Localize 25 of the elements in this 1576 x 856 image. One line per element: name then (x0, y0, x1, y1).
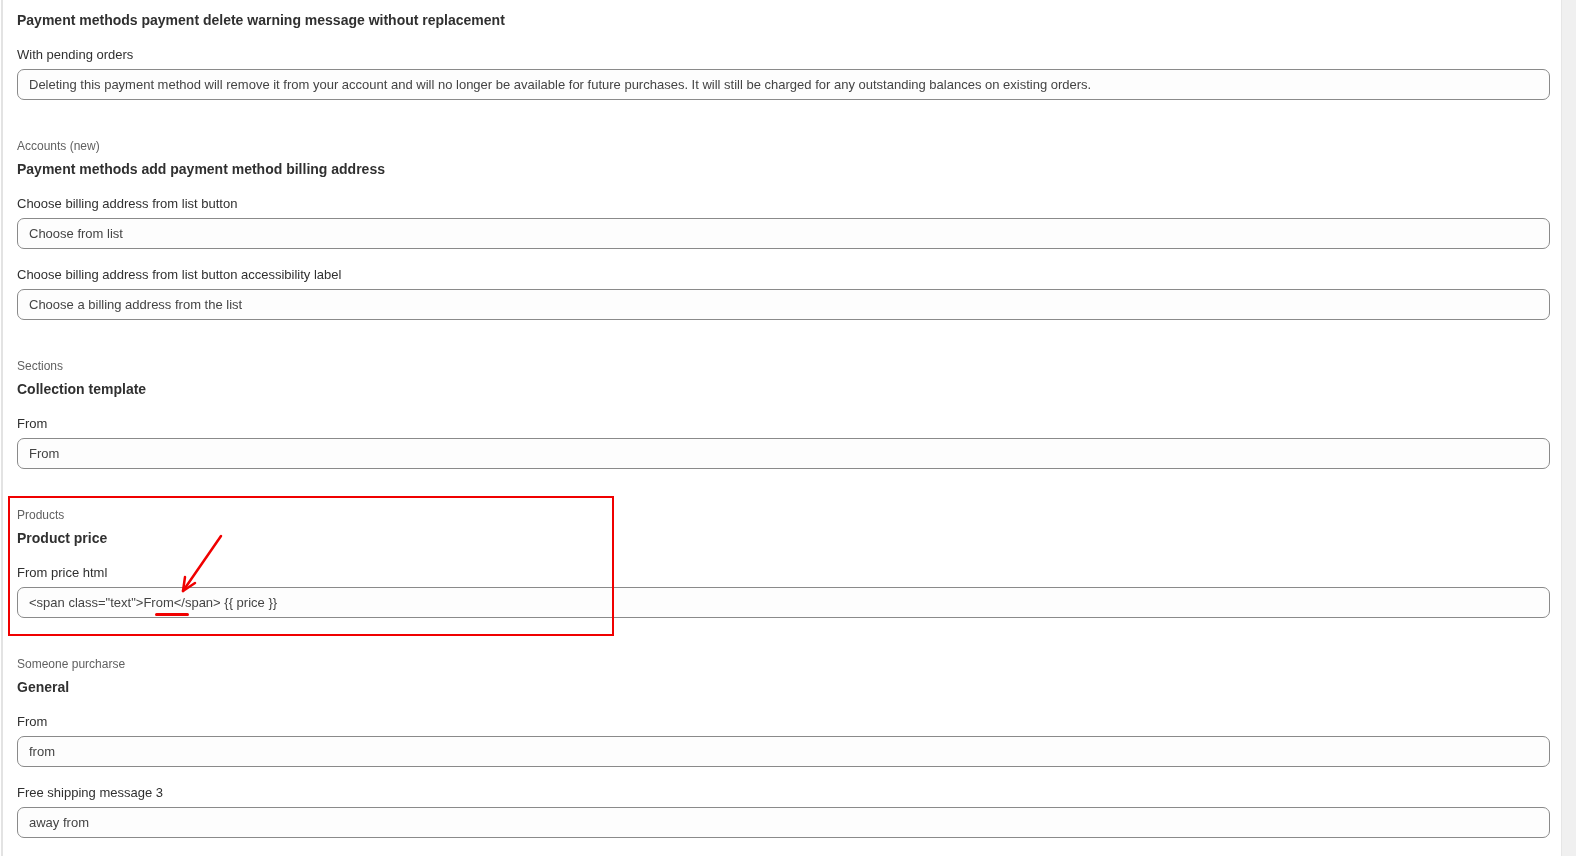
text-field[interactable]: Choose from list (17, 218, 1550, 249)
section-category: Someone purcharse (17, 656, 127, 672)
section-category: Products (17, 507, 66, 523)
text-field[interactable]: away from (17, 807, 1550, 838)
text-field[interactable]: Choose a billing address from the list (17, 289, 1550, 320)
section-category: Sections (17, 358, 65, 374)
field-label: Choose billing address from list button (17, 196, 239, 212)
field-label: Choose billing address from list button accessibility label (17, 267, 343, 283)
text-field[interactable]: from (17, 736, 1550, 767)
section-title: Payment methods add payment method billing address (17, 160, 386, 178)
text-field[interactable]: Deleting this payment method will remove it from your account and will no longer be available for future purchases. It will still be charged for any outstanding balances on existing orders. (17, 69, 1550, 100)
section-title: Payment methods payment delete warning message without replacement (17, 11, 506, 29)
scrollbar-track[interactable] (1561, 0, 1576, 856)
section-title: Collection template (17, 380, 148, 398)
field-label: From (17, 714, 49, 730)
section-category: Accounts (new) (17, 138, 101, 154)
field-label: From price html (17, 565, 109, 581)
text-field[interactable]: From (17, 438, 1550, 469)
section-title: General (17, 678, 71, 696)
field-label: With pending orders (17, 47, 135, 63)
text-field[interactable]: <span class="text">From</span> {{ price }} (17, 587, 1550, 618)
section-title: Product price (17, 529, 109, 547)
underline-mark (155, 613, 189, 617)
field-label: Free shipping message 3 (17, 785, 164, 801)
field-label: From (17, 416, 49, 432)
